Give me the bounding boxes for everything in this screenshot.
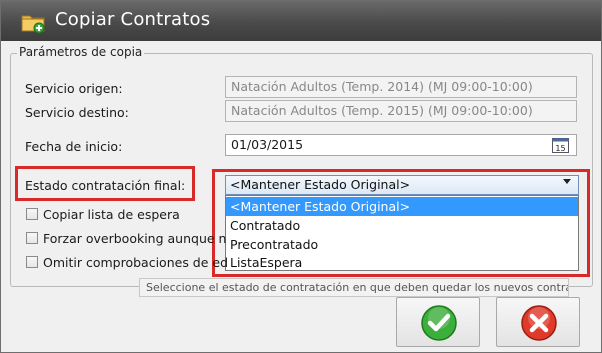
servicio-destino-label: Servicio destino: [25, 105, 129, 120]
dialog-window: Copiar Contratos Parámetros de copia Ser… [0, 0, 602, 353]
estado-label: Estado contratación final: [25, 178, 186, 193]
tooltip: Seleccione el estado de contratación en … [139, 278, 569, 297]
title-bar[interactable]: Copiar Contratos [1, 1, 601, 41]
omitir-comprobaciones-checkbox[interactable] [26, 256, 38, 268]
copiar-lista-espera-label: Copiar lista de espera [43, 207, 180, 222]
servicio-destino-field: Natación Adultos (Temp. 2015) (MJ 09:00-… [225, 100, 577, 122]
calendar-day: 15 [555, 144, 565, 153]
cancel-button[interactable] [496, 297, 580, 347]
accept-button[interactable] [396, 297, 480, 347]
chevron-down-icon[interactable] [563, 179, 571, 184]
option-precontratado[interactable]: Precontratado [226, 235, 578, 254]
fecha-inicio-label: Fecha de inicio: [25, 139, 123, 154]
folder-add-icon [21, 15, 45, 34]
estado-select[interactable]: <Mantener Estado Original> [225, 175, 579, 195]
option-lista-espera[interactable]: ListaEspera [226, 253, 578, 272]
forzar-overbooking-checkbox[interactable] [26, 232, 38, 244]
omitir-comprobaciones-label: Omitir comprobaciones de ed [43, 255, 229, 270]
servicio-origen-field: Natación Adultos (Temp. 2014) (MJ 09:00-… [225, 76, 577, 98]
green-check-icon [421, 305, 457, 341]
forzar-overbooking-label: Forzar overbooking aunque n [43, 231, 227, 246]
option-contratado[interactable]: Contratado [226, 216, 578, 235]
servicio-origen-label: Servicio origen: [25, 81, 123, 96]
group-legend: Parámetros de copia [17, 45, 145, 59]
estado-dropdown-list: <Mantener Estado Original> Contratado Pr… [225, 195, 579, 271]
fecha-inicio-input[interactable]: 01/03/2015 [225, 134, 577, 156]
window-title: Copiar Contratos [55, 9, 211, 30]
red-x-icon [521, 305, 557, 341]
calendar-icon[interactable]: 15 [552, 137, 569, 153]
option-mantener-estado[interactable]: <Mantener Estado Original> [226, 197, 578, 216]
copiar-lista-espera-checkbox[interactable] [26, 208, 38, 220]
